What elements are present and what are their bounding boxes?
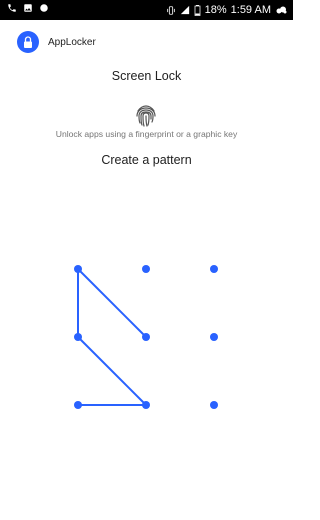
pattern-dot-6[interactable] [210,333,218,341]
app-header: AppLocker [17,30,96,54]
phone-icon [7,3,17,13]
pattern-dot-1[interactable] [74,265,82,273]
pattern-dot-9[interactable] [210,401,218,409]
pattern-line [77,268,147,338]
cloud-icon [275,5,287,15]
pattern-dot-7[interactable] [74,401,82,409]
status-bar: 18% 1:59 AM [0,0,293,20]
pattern-dot-2[interactable] [142,265,150,273]
pattern-dot-4[interactable] [74,333,82,341]
app-name: AppLocker [48,36,96,48]
battery-icon [194,4,201,16]
battery-percent: 18% [204,4,227,16]
fingerprint-icon[interactable] [134,103,158,129]
subtitle: Unlock apps using a fingerprint or a gra… [55,129,238,139]
pattern-dot-5[interactable] [142,333,150,341]
image-icon [23,3,33,13]
pattern-dot-8[interactable] [142,401,150,409]
pattern-dot-3[interactable] [210,265,218,273]
status-time: 1:59 AM [230,4,271,16]
pattern-title: Create a pattern [101,153,192,167]
app-icon [39,3,49,13]
signal-icon [180,5,190,15]
lock-icon [17,31,39,53]
screen-title: Screen Lock [111,69,182,83]
vibrate-icon [166,5,176,16]
pattern-line [77,336,147,406]
